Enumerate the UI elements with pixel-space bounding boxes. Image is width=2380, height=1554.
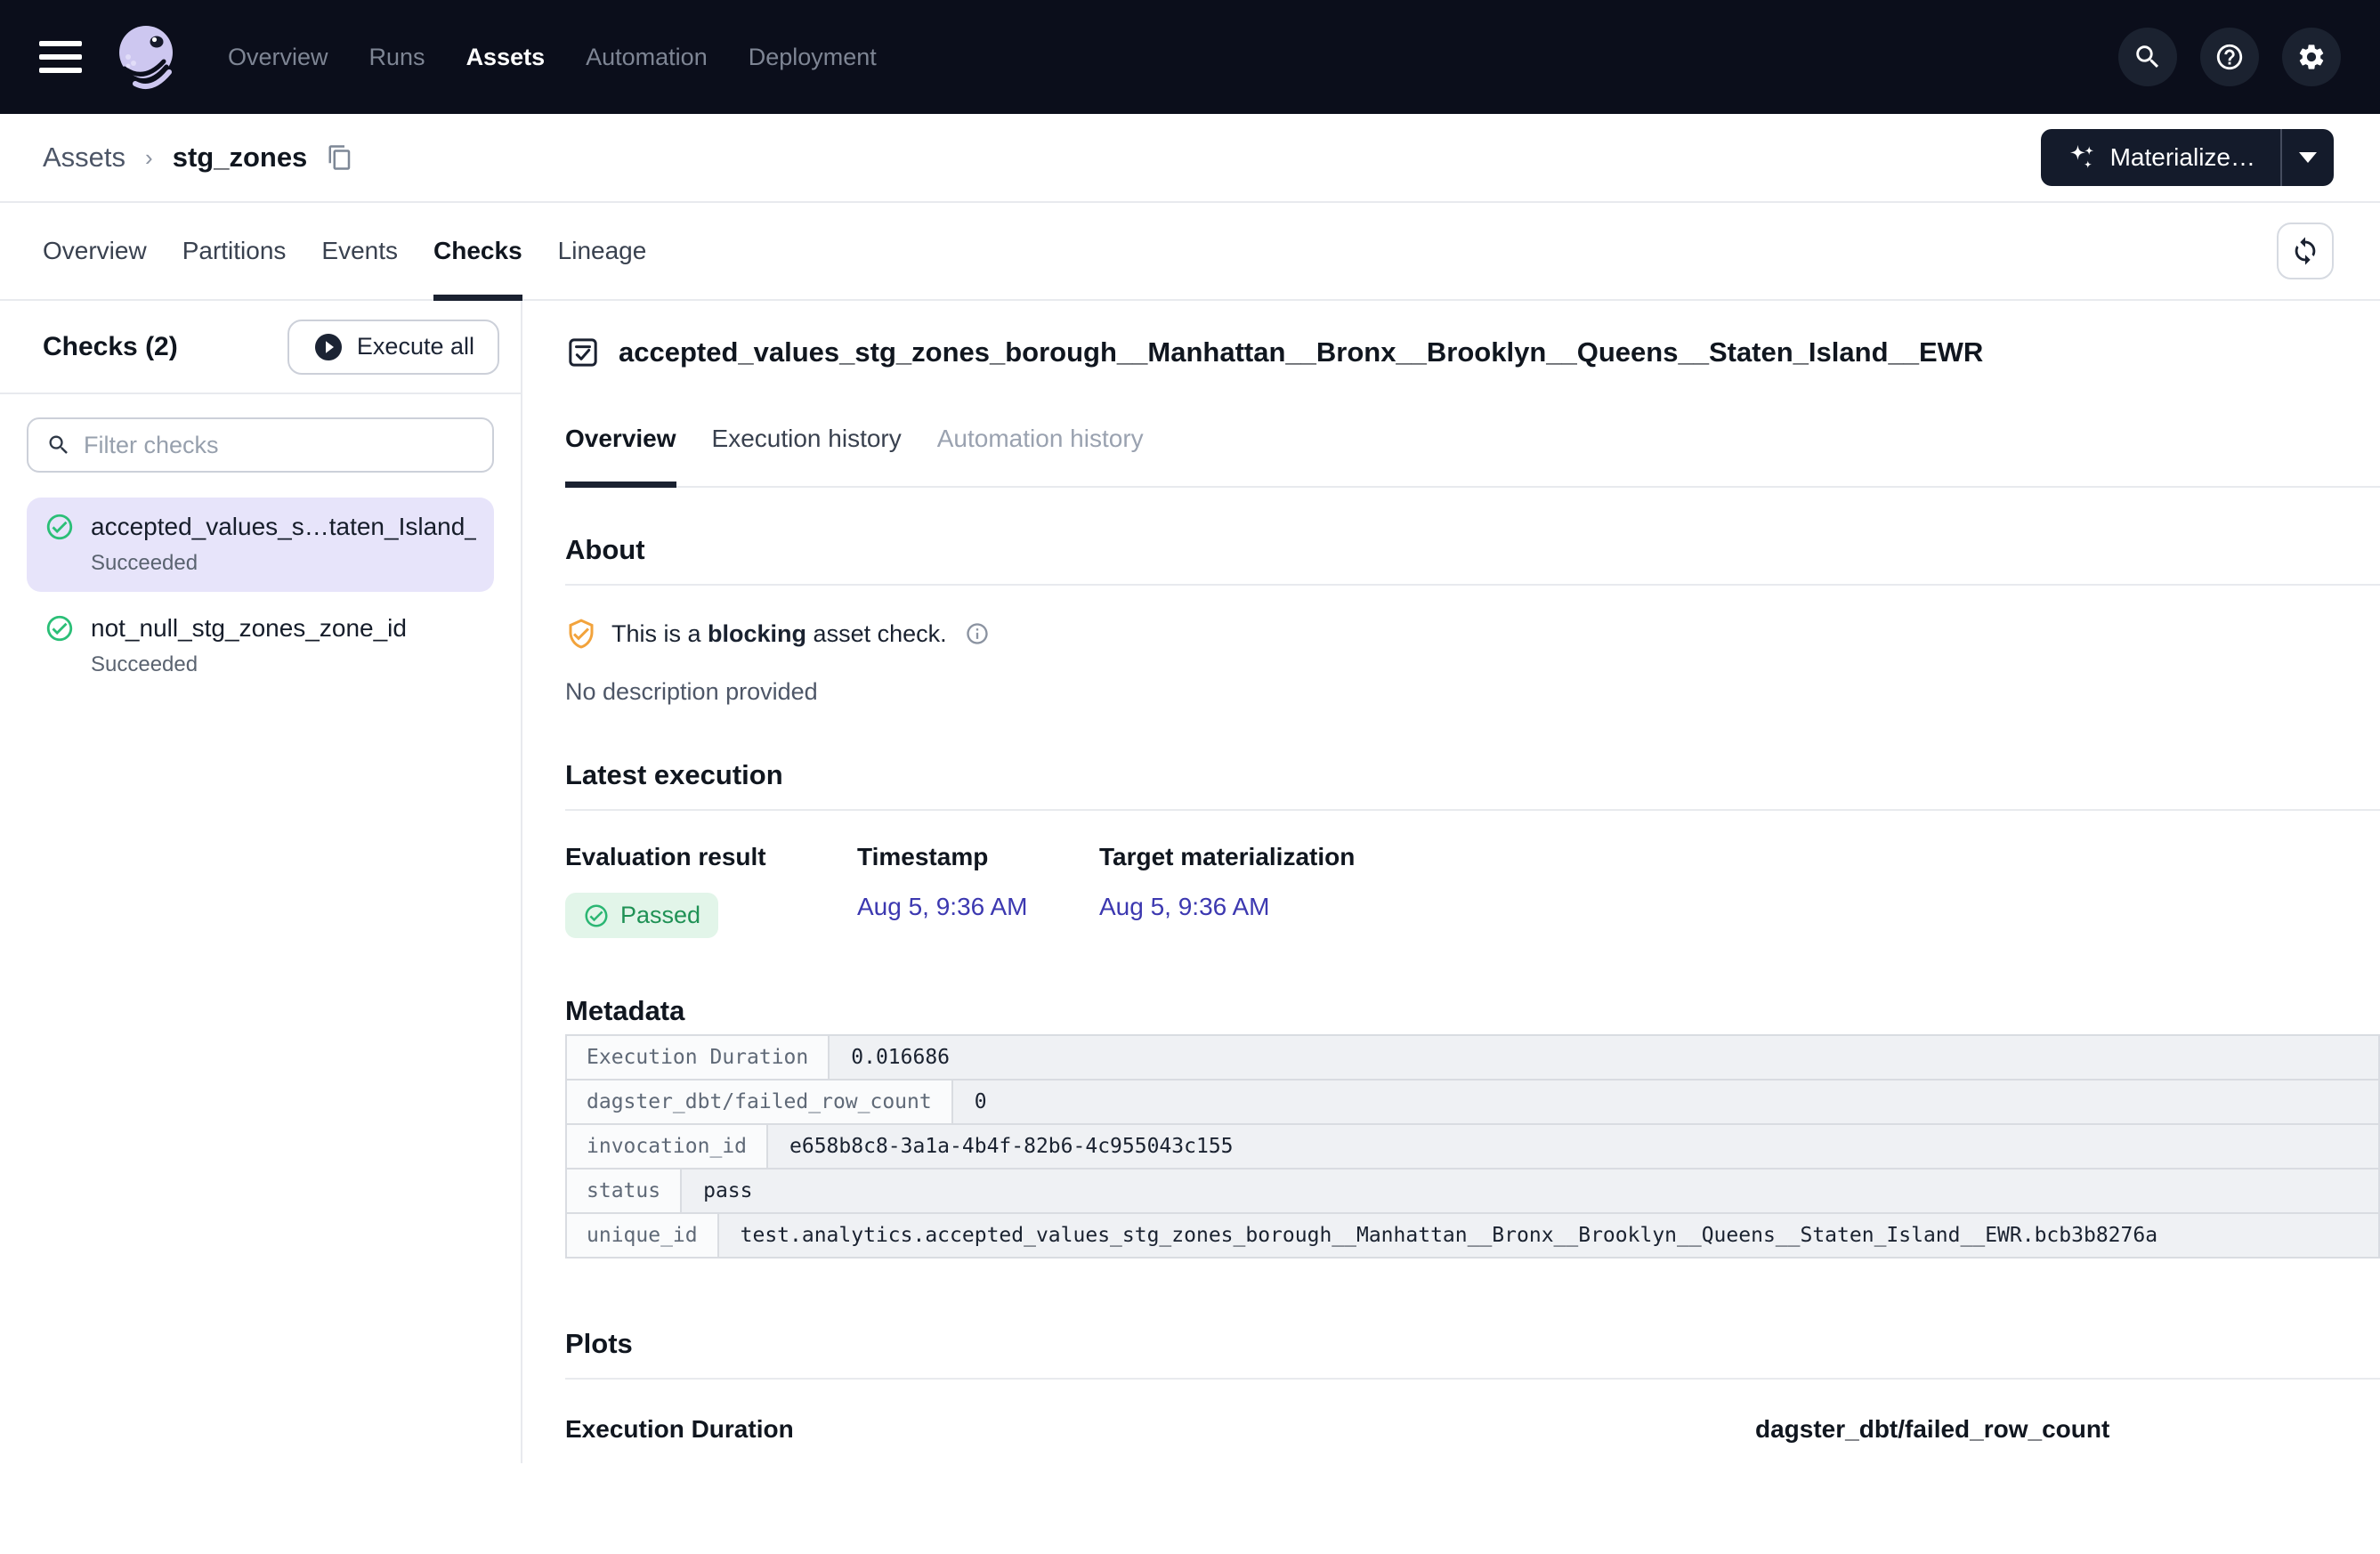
checks-sidebar: Checks (2) Execute all accepted_values_s… bbox=[0, 301, 522, 1463]
check-title: accepted_values_stg_zones_borough__Manha… bbox=[619, 336, 1983, 368]
search-icon bbox=[2133, 42, 2163, 72]
metadata-table: Execution Duration 0.016686 dagster_dbt/… bbox=[565, 1034, 2380, 1259]
gear-icon bbox=[2296, 42, 2327, 72]
top-nav: Overview Runs Assets Automation Deployme… bbox=[0, 0, 2380, 114]
materialize-split-button: Materialize… bbox=[2041, 129, 2334, 186]
target-materialization-header: Target materialization bbox=[1099, 843, 2380, 871]
tab-events[interactable]: Events bbox=[321, 203, 398, 299]
nav-item-automation[interactable]: Automation bbox=[586, 44, 708, 71]
blocking-check-note: This is a blocking asset check. bbox=[565, 618, 2380, 650]
metadata-key: dagster_dbt/failed_row_count bbox=[565, 1079, 953, 1125]
search-icon bbox=[46, 433, 71, 457]
materialize-dropdown-button[interactable] bbox=[2282, 129, 2334, 186]
nav-item-runs[interactable]: Runs bbox=[369, 44, 425, 71]
materialize-button[interactable]: Materialize… bbox=[2041, 129, 2280, 186]
metadata-key: unique_id bbox=[565, 1212, 719, 1259]
metadata-value: 0.016686 bbox=[830, 1034, 2380, 1081]
asset-tab-bar: Overview Partitions Events Checks Lineag… bbox=[0, 203, 2380, 301]
tab-lineage[interactable]: Lineage bbox=[558, 203, 647, 299]
check-status: Succeeded bbox=[91, 551, 476, 576]
primary-nav: Overview Runs Assets Automation Deployme… bbox=[228, 44, 877, 71]
copy-icon bbox=[327, 144, 353, 171]
refresh-icon bbox=[2290, 236, 2320, 266]
divider bbox=[565, 1378, 2380, 1380]
table-row: status pass bbox=[565, 1168, 2380, 1214]
subtab-execution-history[interactable]: Execution history bbox=[712, 424, 902, 486]
timestamp-link[interactable]: Aug 5, 9:36 AM bbox=[857, 893, 1027, 920]
metadata-value: e658b8c8-3a1a-4b4f-82b6-4c955043c155 bbox=[768, 1123, 2380, 1170]
help-button[interactable] bbox=[2200, 28, 2259, 86]
info-icon[interactable] bbox=[965, 621, 990, 646]
tab-overview[interactable]: Overview bbox=[43, 203, 147, 299]
chevron-down-icon bbox=[2299, 152, 2317, 163]
evaluation-result-header: Evaluation result bbox=[565, 843, 857, 871]
search-button[interactable] bbox=[2118, 28, 2177, 86]
check-status: Succeeded bbox=[91, 652, 476, 677]
about-heading: About bbox=[565, 534, 2380, 566]
check-list-item-not-null[interactable]: not_null_stg_zones_zone_id Succeeded bbox=[27, 599, 494, 693]
refresh-button[interactable] bbox=[2277, 223, 2334, 279]
chart-title: Execution Duration bbox=[565, 1415, 1682, 1444]
failed-row-count-chart: dagster_dbt/failed_row_count 1.0 0.6 bbox=[1739, 1415, 2380, 1463]
check-name: accepted_values_s…taten_Island_ bbox=[91, 513, 476, 541]
table-row: invocation_id e658b8c8-3a1a-4b4f-82b6-4c… bbox=[565, 1123, 2380, 1170]
execute-all-label: Execute all bbox=[357, 333, 474, 360]
nav-item-deployment[interactable]: Deployment bbox=[749, 44, 877, 71]
plots-heading: Plots bbox=[565, 1328, 2380, 1360]
metadata-key: Execution Duration bbox=[565, 1034, 830, 1081]
check-detail-panel: accepted_values_stg_zones_borough__Manha… bbox=[522, 301, 2380, 1463]
target-materialization-link[interactable]: Aug 5, 9:36 AM bbox=[1099, 893, 1269, 920]
check-circle-icon bbox=[45, 613, 75, 643]
metadata-value: pass bbox=[682, 1168, 2380, 1214]
check-circle-icon bbox=[583, 902, 610, 929]
checks-count-title: Checks (2) bbox=[43, 332, 178, 362]
metadata-value: test.analytics.accepted_values_stg_zones… bbox=[719, 1212, 2380, 1259]
execution-duration-chart: Execution Duration 0.0174 bbox=[565, 1415, 1682, 1463]
breadcrumb: Assets › stg_zones bbox=[43, 142, 353, 174]
check-list-item-accepted-values[interactable]: accepted_values_s…taten_Island_ Succeede… bbox=[27, 498, 494, 592]
play-circle-icon bbox=[312, 331, 344, 363]
settings-button[interactable] bbox=[2282, 28, 2341, 86]
subtab-overview[interactable]: Overview bbox=[565, 424, 676, 486]
asset-name: stg_zones bbox=[173, 142, 308, 174]
shield-check-icon bbox=[565, 618, 597, 650]
breadcrumb-separator: › bbox=[145, 144, 153, 172]
materialize-label: Materialize… bbox=[2110, 143, 2255, 172]
latest-execution-heading: Latest execution bbox=[565, 759, 2380, 791]
description-placeholder: No description provided bbox=[565, 678, 2380, 706]
sparkle-icon bbox=[2066, 142, 2096, 173]
dagster-logo[interactable] bbox=[116, 23, 180, 91]
nav-item-overview[interactable]: Overview bbox=[228, 44, 328, 71]
metadata-value: 0 bbox=[953, 1079, 2380, 1125]
asset-header: Assets › stg_zones Materialize… bbox=[0, 114, 2380, 203]
filter-checks-input[interactable] bbox=[84, 432, 474, 459]
nav-item-assets[interactable]: Assets bbox=[466, 44, 546, 71]
hamburger-menu-icon[interactable] bbox=[39, 41, 82, 73]
check-detail-tabs: Overview Execution history Automation hi… bbox=[565, 424, 2380, 488]
tab-checks[interactable]: Checks bbox=[433, 203, 522, 299]
table-row: Execution Duration 0.016686 bbox=[565, 1034, 2380, 1081]
filter-checks-box bbox=[27, 417, 494, 473]
divider bbox=[565, 584, 2380, 586]
asset-check-icon bbox=[565, 335, 601, 370]
passed-status-badge: Passed bbox=[565, 893, 718, 938]
metadata-key: invocation_id bbox=[565, 1123, 768, 1170]
execute-all-button[interactable]: Execute all bbox=[287, 320, 499, 375]
breadcrumb-assets-link[interactable]: Assets bbox=[43, 142, 125, 174]
metadata-key: status bbox=[565, 1168, 682, 1214]
copy-asset-name-button[interactable] bbox=[327, 144, 353, 171]
chart-title: dagster_dbt/failed_row_count bbox=[1755, 1415, 2380, 1444]
tab-partitions[interactable]: Partitions bbox=[182, 203, 287, 299]
help-icon bbox=[2214, 42, 2245, 72]
check-circle-icon bbox=[45, 512, 75, 542]
table-row: dagster_dbt/failed_row_count 0 bbox=[565, 1079, 2380, 1125]
divider bbox=[565, 809, 2380, 811]
timestamp-header: Timestamp bbox=[857, 843, 1099, 871]
check-name: not_null_stg_zones_zone_id bbox=[91, 614, 407, 643]
table-row: unique_id test.analytics.accepted_values… bbox=[565, 1212, 2380, 1259]
metadata-heading: Metadata bbox=[565, 995, 2380, 1027]
subtab-automation-history: Automation history bbox=[937, 424, 1144, 486]
